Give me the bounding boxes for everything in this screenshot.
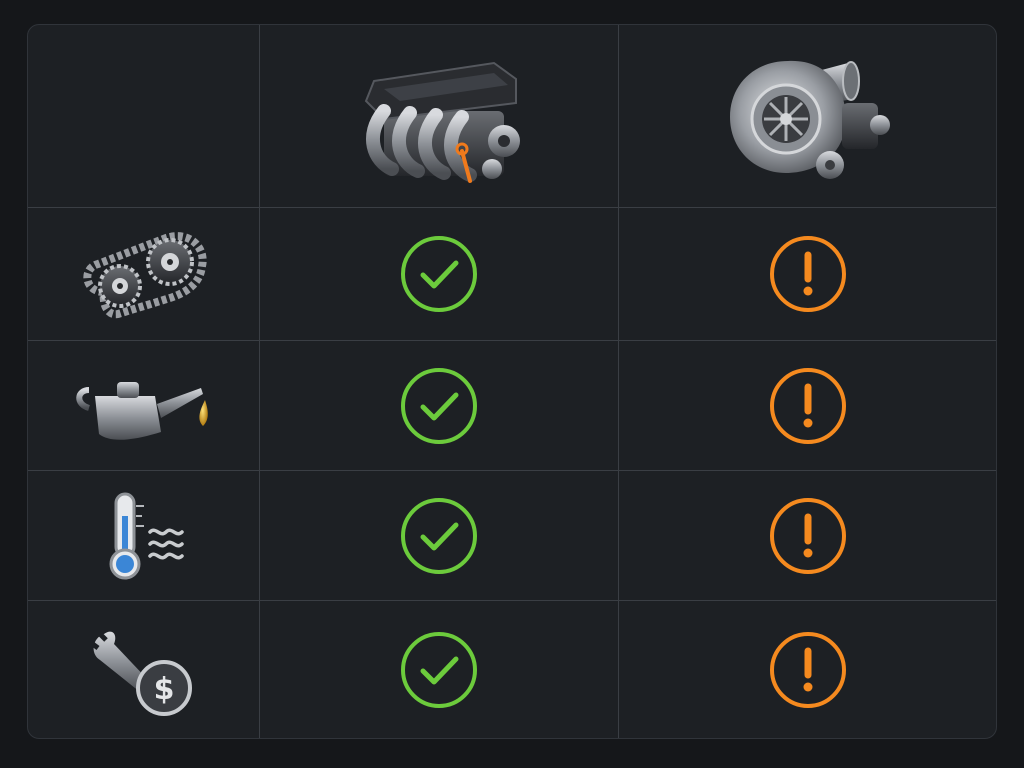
warning-icon [768, 234, 848, 314]
cell-maintenance-cost-naturally-aspirated [260, 601, 619, 738]
comparison-table: $ [27, 24, 997, 739]
cell-oil-turbocharged [619, 341, 996, 471]
row-label-heat [28, 471, 260, 601]
wrench-dollar-icon: $ [84, 620, 204, 720]
cell-maintenance-cost-turbocharged [619, 601, 996, 738]
oil-can-icon [69, 366, 219, 446]
row-label-maintenance-cost: $ [28, 601, 260, 738]
check-icon [399, 366, 479, 446]
row-label-timing-chain [28, 208, 260, 341]
timing-chain-gears-icon [74, 224, 214, 324]
check-icon [399, 234, 479, 314]
column-header-naturally-aspirated [260, 25, 619, 208]
warning-icon [768, 630, 848, 710]
warning-icon [768, 496, 848, 576]
turbocharger-icon [718, 41, 898, 191]
thermometer-heat-icon [94, 488, 194, 584]
check-icon [399, 496, 479, 576]
cell-oil-naturally-aspirated [260, 341, 619, 471]
column-header-turbocharged [619, 25, 996, 208]
cell-heat-turbocharged [619, 471, 996, 601]
cell-timing-chain-naturally-aspirated [260, 208, 619, 341]
row-label-oil [28, 341, 260, 471]
check-icon [399, 630, 479, 710]
cell-heat-naturally-aspirated [260, 471, 619, 601]
header-corner-cell [28, 25, 260, 208]
engine-icon [344, 41, 534, 191]
cell-timing-chain-turbocharged [619, 208, 996, 341]
svg-text:$: $ [153, 672, 174, 707]
warning-icon [768, 366, 848, 446]
